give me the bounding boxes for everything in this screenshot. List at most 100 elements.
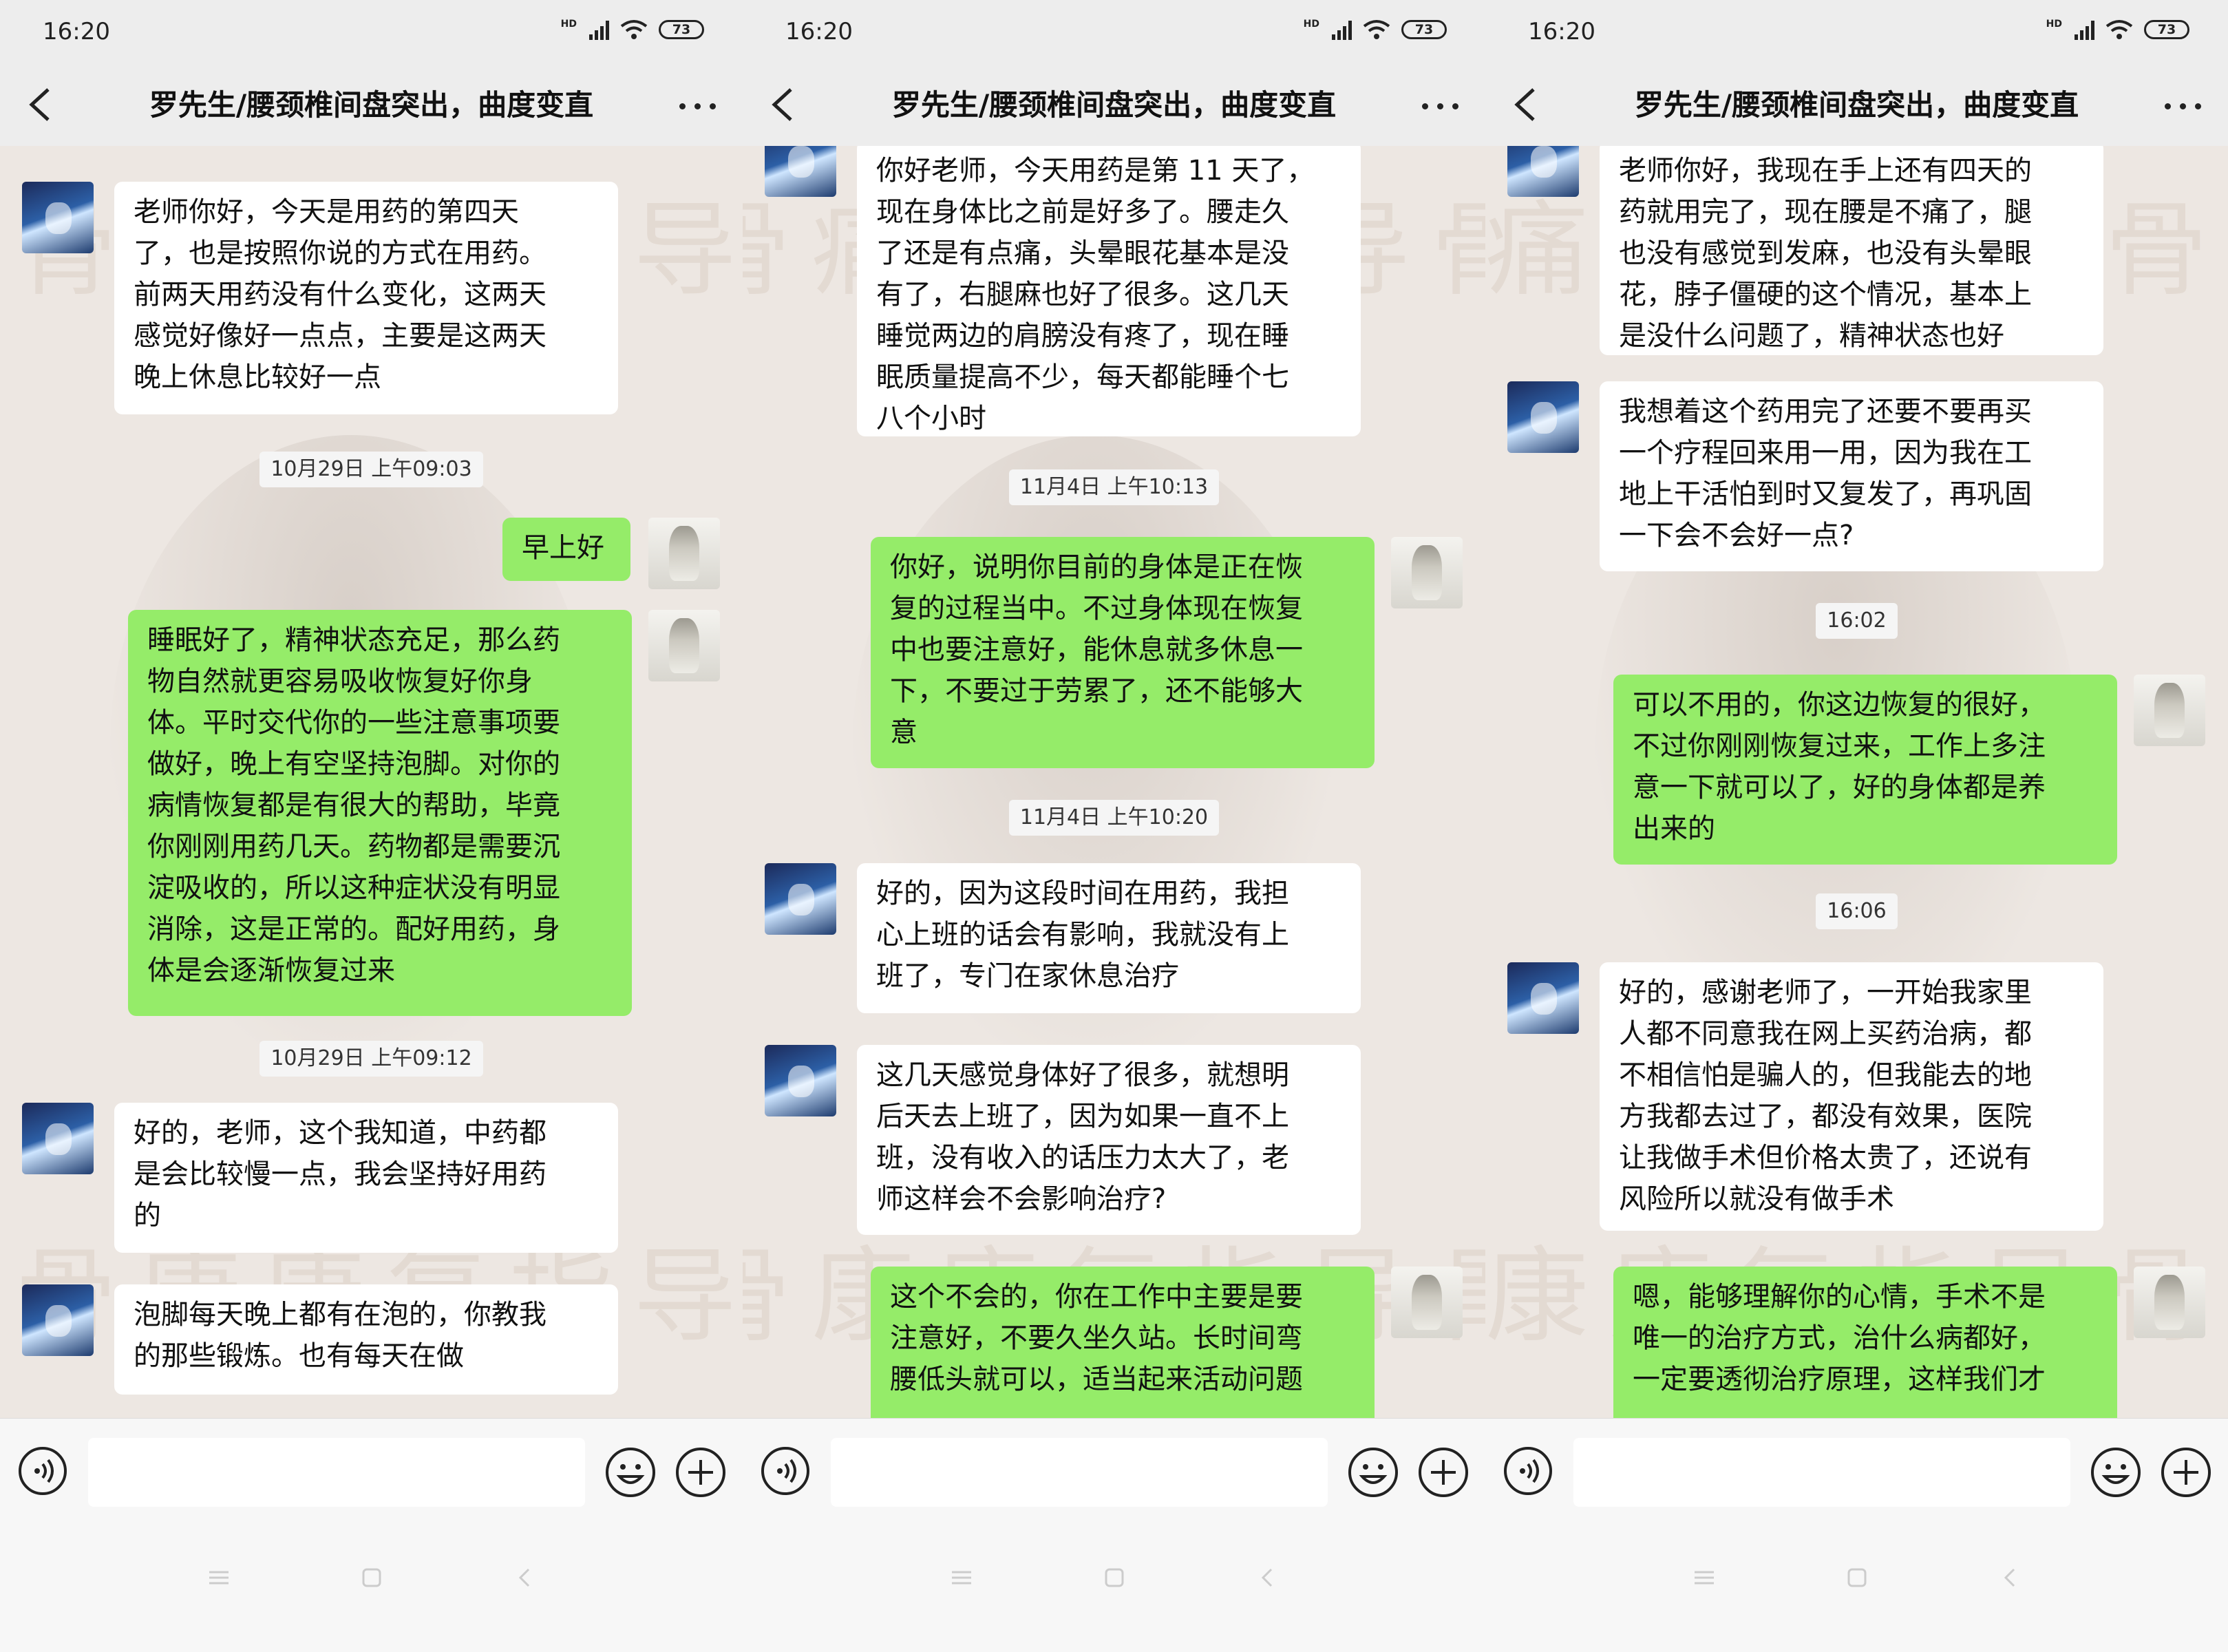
plus-icon[interactable]	[2160, 1446, 2212, 1499]
avatar[interactable]	[22, 1103, 94, 1174]
message-bubble[interactable]: 这个不会的，你在工作中主要是要 注意好，不要久坐久站。长时间弯 腰低头就可以，适…	[871, 1267, 1375, 1418]
home-icon[interactable]	[1842, 1563, 1872, 1593]
input-bar	[743, 1418, 1485, 1522]
status-bar: 16:20 HD 73	[743, 0, 1485, 66]
message-list[interactable]: 骨痛康复指导骨 骨康康复指导骨 老师你好，今天是用药的第四天 了，也是按照你说的…	[0, 146, 743, 1418]
avatar[interactable]	[1507, 381, 1579, 453]
hd-label: HD	[1303, 19, 1319, 30]
home-icon[interactable]	[1099, 1563, 1129, 1593]
system-nav-bar	[1485, 1521, 2228, 1652]
wifi-icon	[2105, 20, 2133, 39]
wifi-icon	[1363, 20, 1390, 39]
chat-header: 罗先生/腰颈椎间盘突出，曲度变直	[743, 66, 1485, 146]
status-bar: 16:20 HD 73	[0, 0, 743, 66]
signal-icon	[589, 19, 609, 40]
avatar[interactable]	[22, 1284, 94, 1356]
message-bubble[interactable]: 你好，说明你目前的身体是正在恢 复的过程当中。不过身体现在恢复 中也要注意好，能…	[871, 537, 1375, 768]
plus-icon[interactable]	[675, 1446, 727, 1499]
message-input[interactable]	[88, 1438, 585, 1507]
battery-icon: 73	[2144, 20, 2189, 39]
message-bubble[interactable]: 我想着这个药用完了还要不要再买 一个疗程回来用一用，因为我在工 地上干活怕到时又…	[1600, 381, 2103, 571]
more-dots-icon[interactable]	[2159, 85, 2207, 127]
signal-icon	[1332, 19, 1352, 40]
chat-screen-2: 16:20 HD 73 罗先生/腰颈椎间盘突出，曲度变直 骨痛康复指导骨 骨康康…	[743, 0, 1485, 1652]
message-bubble[interactable]: 老师你好，今天是用药的第四天 了，也是按照你说的方式在用药。 前两天用药没有什么…	[114, 182, 618, 414]
menu-icon[interactable]	[204, 1563, 234, 1593]
back-nav-icon[interactable]	[1252, 1563, 1282, 1593]
menu-icon[interactable]	[1689, 1563, 1719, 1593]
message-list[interactable]: 骨痛康复指导骨 骨康康复指导骨 老师你好，我现在手上还有四天的 药就用完了，现在…	[1485, 146, 2228, 1418]
avatar[interactable]	[1391, 1267, 1463, 1338]
status-bar: 16:20 HD 73	[1485, 0, 2228, 66]
avatar[interactable]	[648, 610, 720, 681]
message-bubble[interactable]: 好的，感谢老师了，一开始我家里 人都不同意我在网上买药治病，都 不相信怕是骗人的…	[1600, 962, 2103, 1231]
message-timestamp: 11月4日 上午10:13	[743, 469, 1485, 505]
voice-icon[interactable]	[18, 1446, 67, 1496]
message-bubble[interactable]: 老师你好，我现在手上还有四天的 药就用完了，现在腰是不痛了，腿 也没有感觉到发麻…	[1600, 146, 2103, 355]
avatar[interactable]	[1507, 962, 1579, 1034]
message-timestamp: 11月4日 上午10:20	[743, 800, 1485, 836]
message-input[interactable]	[1573, 1438, 2070, 1507]
status-time: 16:20	[43, 18, 110, 45]
message-bubble[interactable]: 睡眠好了，精神状态充足，那么药 物自然就更容易吸收恢复好你身 体。平时交代你的一…	[128, 610, 632, 1016]
message-bubble[interactable]: 早上好	[502, 518, 630, 581]
avatar[interactable]	[765, 863, 836, 935]
message-input[interactable]	[831, 1438, 1328, 1507]
emoji-icon[interactable]	[1347, 1446, 1399, 1499]
menu-icon[interactable]	[946, 1563, 977, 1593]
message-timestamp: 16:02	[1485, 603, 2228, 639]
status-time: 16:20	[1528, 18, 1595, 45]
battery-icon: 73	[659, 20, 704, 39]
hd-label: HD	[2046, 19, 2062, 30]
chevron-left-icon[interactable]	[23, 84, 56, 125]
message-timestamp: 10月29日 上午09:03	[0, 452, 743, 487]
message-bubble[interactable]: 嗯，能够理解你的心情，手术不是 唯一的治疗方式，治什么病都好， 一定要透彻治疗原…	[1613, 1267, 2117, 1418]
message-timestamp: 16:06	[1485, 893, 2228, 929]
avatar[interactable]	[2134, 1267, 2205, 1338]
message-bubble[interactable]: 你好老师，今天用药是第 11 天了， 现在身体比之前是好多了。腰走久 了还是有点…	[857, 146, 1361, 436]
message-bubble[interactable]: 可以不用的，你这边恢复的很好， 不过你刚刚恢复过来，工作上多注 意一下就可以了，…	[1613, 675, 2117, 865]
message-bubble[interactable]: 泡脚每天晚上都有在泡的，你教我 的那些锻炼。也有每天在做	[114, 1284, 618, 1395]
chat-screen-1: 16:20 HD 73 罗先生/腰颈椎间盘突出，曲度变直 骨痛康复指导骨 骨康康…	[0, 0, 743, 1652]
hd-label: HD	[560, 19, 577, 30]
message-bubble[interactable]: 好的，因为这段时间在用药，我担 心上班的话会有影响，我就没有上 班了，专门在家休…	[857, 863, 1361, 1013]
battery-icon: 73	[1401, 20, 1447, 39]
chevron-left-icon[interactable]	[1509, 84, 1542, 125]
message-bubble[interactable]: 这几天感觉身体好了很多，就想明 后天去上班了，因为如果一直不上 班，没有收入的话…	[857, 1045, 1361, 1235]
chat-title: 罗先生/腰颈椎间盘突出，曲度变直	[149, 88, 594, 122]
plus-icon[interactable]	[1417, 1446, 1470, 1499]
chat-title: 罗先生/腰颈椎间盘突出，曲度变直	[891, 88, 1337, 122]
voice-icon[interactable]	[1503, 1446, 1553, 1496]
chat-screen-3: 16:20 HD 73 罗先生/腰颈椎间盘突出，曲度变直 骨痛康复指导骨 骨康康…	[1485, 0, 2228, 1652]
voice-icon[interactable]	[761, 1446, 810, 1496]
system-nav-bar	[743, 1521, 1485, 1652]
avatar[interactable]	[648, 518, 720, 589]
chat-header: 罗先生/腰颈椎间盘突出，曲度变直	[1485, 66, 2228, 146]
chat-header: 罗先生/腰颈椎间盘突出，曲度变直	[0, 66, 743, 146]
avatar[interactable]	[2134, 675, 2205, 746]
system-nav-bar	[0, 1521, 743, 1652]
back-nav-icon[interactable]	[509, 1563, 540, 1593]
home-icon[interactable]	[357, 1563, 387, 1593]
more-dots-icon[interactable]	[674, 85, 722, 127]
screenshot-collage: 16:20 HD 73 罗先生/腰颈椎间盘突出，曲度变直 骨痛康复指导骨 骨康康…	[0, 0, 2228, 1652]
message-timestamp: 10月29日 上午09:12	[0, 1041, 743, 1077]
input-bar	[0, 1418, 743, 1522]
avatar[interactable]	[1391, 537, 1463, 608]
wifi-icon	[620, 20, 648, 39]
status-time: 16:20	[785, 18, 853, 45]
emoji-icon[interactable]	[604, 1446, 657, 1499]
back-nav-icon[interactable]	[1995, 1563, 2025, 1593]
chevron-left-icon[interactable]	[766, 84, 799, 125]
message-bubble[interactable]: 好的，老师，这个我知道，中药都 是会比较慢一点，我会坚持好用药 的	[114, 1103, 618, 1253]
more-dots-icon[interactable]	[1417, 85, 1465, 127]
avatar[interactable]	[1507, 146, 1579, 197]
emoji-icon[interactable]	[2090, 1446, 2142, 1499]
avatar[interactable]	[765, 146, 836, 197]
avatar[interactable]	[22, 182, 94, 253]
signal-icon	[2075, 19, 2094, 40]
message-list[interactable]: 骨痛康复指导骨 骨康康复指导骨 你好老师，今天用药是第 11 天了， 现在身体比…	[743, 146, 1485, 1418]
avatar[interactable]	[765, 1045, 836, 1116]
chat-title: 罗先生/腰颈椎间盘突出，曲度变直	[1634, 88, 2079, 122]
input-bar	[1485, 1418, 2228, 1522]
